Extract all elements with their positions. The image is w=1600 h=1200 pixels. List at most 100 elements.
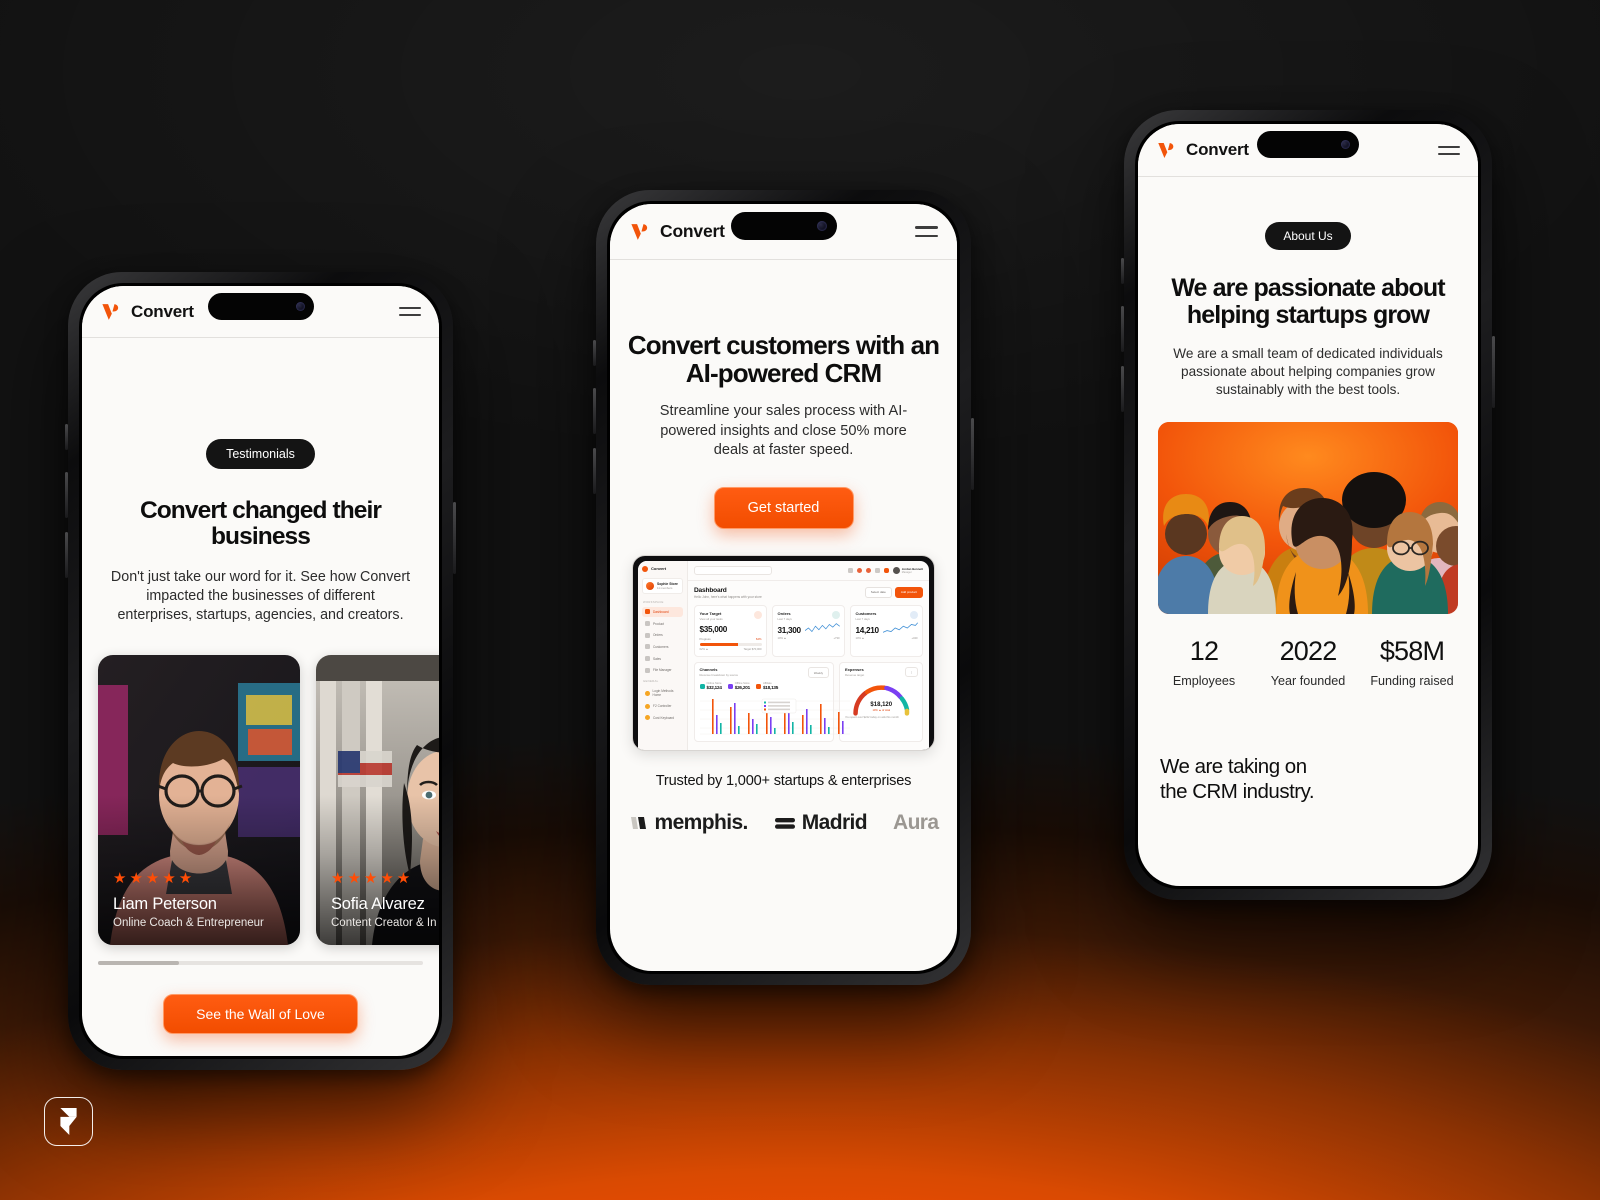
testimonial-card[interactable]: ★★★★★ Liam Peterson Online Coach & Entre…	[98, 655, 300, 946]
phone-button-volume-up[interactable]	[593, 388, 596, 434]
dashboard-store-switcher[interactable]: Sophie Store 11 members	[642, 577, 683, 594]
kpi-change: +730	[833, 637, 840, 641]
dashboard-body: Dashboard Hello John, here's what happen…	[688, 581, 929, 748]
kpi-meta: Last 7 days	[855, 616, 870, 621]
notification-icon[interactable]	[856, 567, 862, 573]
progress-percent: 62%	[755, 636, 762, 641]
dashboard-brand: Convert	[642, 565, 683, 572]
phone-bezel: Convert About Us We are passionate about…	[1135, 121, 1481, 889]
phone-button-power[interactable]	[453, 502, 456, 574]
orders-icon	[831, 610, 840, 619]
brand-logo[interactable]: Convert	[100, 301, 194, 323]
brand-logo[interactable]: Convert	[1156, 140, 1249, 161]
sidebar-item-f2-controller[interactable]: F2 Controller	[642, 701, 683, 711]
get-started-button[interactable]: Get started	[713, 486, 854, 529]
avatar	[892, 566, 900, 574]
select-date-button[interactable]: Select date	[864, 586, 892, 598]
hamburger-menu-icon[interactable]	[1438, 145, 1460, 155]
sidebar-item-customers[interactable]: Customers	[642, 642, 683, 652]
app-header: Convert	[82, 286, 439, 338]
help-icon[interactable]	[874, 567, 880, 573]
dashboard-topbar-icons: Jordan Bennett Manager	[847, 566, 923, 574]
stat-label: Employees	[1172, 673, 1236, 688]
progress-label: Progress	[699, 636, 711, 641]
testimonial-card[interactable]: ★★★★★ Sofia Alvarez Content Creator & In	[316, 655, 439, 946]
hamburger-menu-icon[interactable]	[915, 226, 938, 237]
expenses-delta: 10% ▲ of total	[872, 709, 891, 713]
stat-year-founded: 2022 Year founded	[1256, 636, 1360, 688]
kpi-meta: Last 7 days	[777, 616, 792, 621]
phone-button-volume-down[interactable]	[593, 448, 596, 494]
team-photo	[1158, 421, 1458, 614]
expenses-more-icon[interactable]: ⋮	[904, 667, 918, 678]
hamburger-menu-icon[interactable]	[399, 307, 421, 316]
phone-button-mute[interactable]	[1121, 258, 1124, 284]
dashboard-logo-icon	[642, 565, 648, 572]
phone-button-mute[interactable]	[65, 424, 68, 450]
dashboard-user-chip[interactable]: Jordan Bennett Manager	[892, 566, 923, 574]
grid-icon[interactable]	[847, 567, 853, 573]
brand-logo[interactable]: Convert	[629, 221, 725, 243]
dashboard-preview[interactable]: Convert Sophie Store 11 members WORKSPAC…	[632, 554, 935, 751]
phone-button-volume-down[interactable]	[65, 532, 68, 578]
dashboard-main: Jordan Bennett Manager Dashboard Hello J…	[688, 561, 929, 750]
expenses-note: You spent over $242 today on ads this mo…	[844, 716, 899, 720]
dashboard-search-input[interactable]	[694, 565, 772, 575]
testimonial-name: Sofia Alvarez	[331, 895, 425, 914]
add-icon[interactable]	[883, 567, 889, 573]
phone-button-power[interactable]	[971, 418, 974, 490]
carousel-scrollbar-thumb[interactable]	[98, 961, 180, 966]
eyebrow-badge: Testimonials	[206, 439, 315, 469]
store-avatar	[646, 581, 654, 590]
stat-funding-raised: $58M Funding raised	[1360, 636, 1464, 688]
dashboard-sidebar: Convert Sophie Store 11 members WORKSPAC…	[638, 560, 688, 750]
testimonial-meta: ★★★★★ Sofia Alvarez Content Creator & In	[331, 871, 439, 929]
sidebar-item-orders[interactable]: Orders	[642, 630, 683, 640]
logo-strip: memphis. Madrid Aura	[610, 811, 957, 835]
page-subtitle: Don't just take our word for it. See how…	[110, 568, 411, 624]
stat-label: Year founded	[1270, 673, 1346, 688]
sparkline-customers	[882, 622, 918, 633]
carousel-scrollbar[interactable]	[98, 961, 423, 966]
sidebar-item-cost-keyboard[interactable]: Cost Keyboard	[642, 713, 683, 723]
add-product-button[interactable]: Add product	[894, 586, 923, 598]
target-icon	[753, 610, 762, 619]
convert-v-logo-icon	[1158, 142, 1174, 158]
phone-button-mute[interactable]	[593, 340, 596, 366]
user-role: Manager	[901, 570, 912, 574]
phone-button-volume-up[interactable]	[65, 472, 68, 518]
testimonial-carousel[interactable]: ★★★★★ Liam Peterson Online Coach & Entre…	[82, 655, 439, 946]
kpi-change: +340	[911, 637, 918, 641]
expenses-title: Expenses	[844, 667, 864, 673]
wall-of-love-button[interactable]: See the Wall of Love	[163, 994, 358, 1035]
kpi-value: $35,000	[699, 624, 728, 634]
memphis-mark-icon	[630, 816, 646, 829]
framer-logo-icon	[60, 1108, 77, 1135]
message-icon[interactable]	[865, 567, 871, 573]
phone-button-volume-down[interactable]	[1121, 366, 1124, 412]
sidebar-item-product[interactable]: Product	[642, 618, 683, 628]
page-subtitle: We are a small team of dedicated individ…	[1173, 346, 1443, 398]
kpi-title: Orders	[777, 610, 791, 616]
store-meta: 11 members	[657, 585, 673, 590]
phone-button-power[interactable]	[1492, 336, 1495, 408]
brand-name: Convert	[1186, 140, 1249, 159]
testimonial-role: Content Creator & In	[331, 917, 437, 930]
screen-hero: Convert Convert customers with an AI-pow…	[610, 204, 957, 971]
sidebar-item-sales[interactable]: Sales	[642, 654, 683, 664]
phone-button-volume-up[interactable]	[1121, 306, 1124, 352]
framer-badge[interactable]	[44, 1097, 93, 1146]
dashboard-topbar: Jordan Bennett Manager	[688, 561, 929, 581]
hero-title: Convert customers with an AI-powered CRM	[627, 330, 940, 389]
phone-bezel: Convert Testimonials Convert changed the…	[79, 283, 442, 1059]
front-camera-icon	[295, 302, 305, 311]
stat-employees: 12 Employees	[1152, 636, 1256, 688]
sidebar-item-dashboard[interactable]: Dashboard	[642, 606, 683, 617]
sidebar-item-file-manager[interactable]: File Manager	[642, 665, 683, 675]
progress-bar	[699, 642, 762, 646]
channels-period-select[interactable]: Weekly	[807, 667, 829, 679]
rating-stars: ★★★★★	[331, 870, 414, 888]
sidebar-item-login-methods[interactable]: Login Methods Home	[642, 686, 683, 699]
stat-value: $58M	[1379, 635, 1445, 666]
expenses-value: $18,120	[870, 702, 893, 709]
